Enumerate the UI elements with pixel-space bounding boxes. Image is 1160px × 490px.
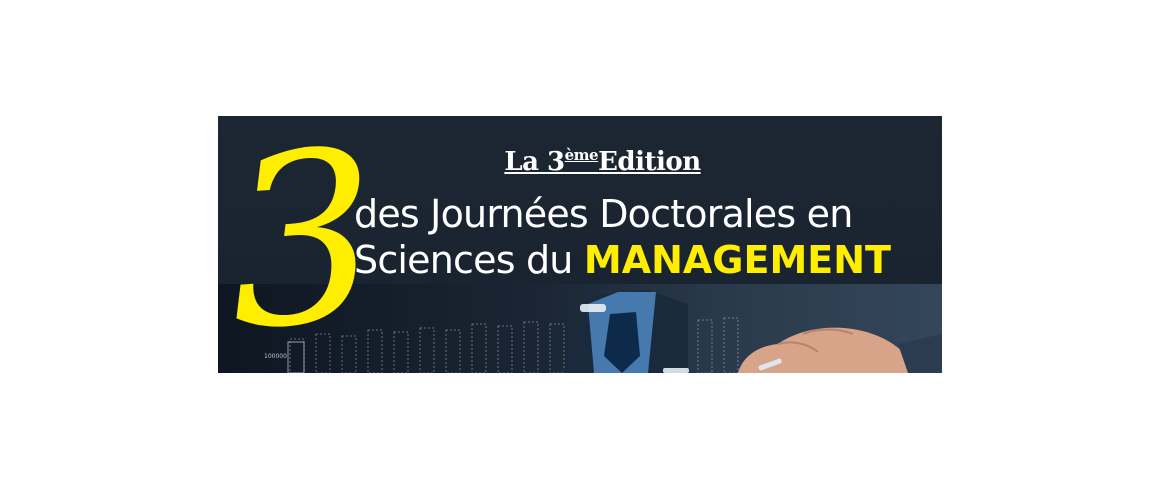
title-line-2-prefix: Sciences du (354, 238, 573, 282)
chart-tick-label: 100000 (264, 353, 287, 360)
title-highlight: MANAGEMENT (583, 238, 891, 282)
edition-title: La 3èmeEdition (504, 146, 701, 177)
title-line-2: Sciences du MANAGEMENT (354, 238, 891, 282)
event-banner: 100000 3 La 3èmeEdition des Journées Doc… (218, 116, 942, 373)
title-line-1: des Journées Doctorales en (354, 192, 853, 236)
